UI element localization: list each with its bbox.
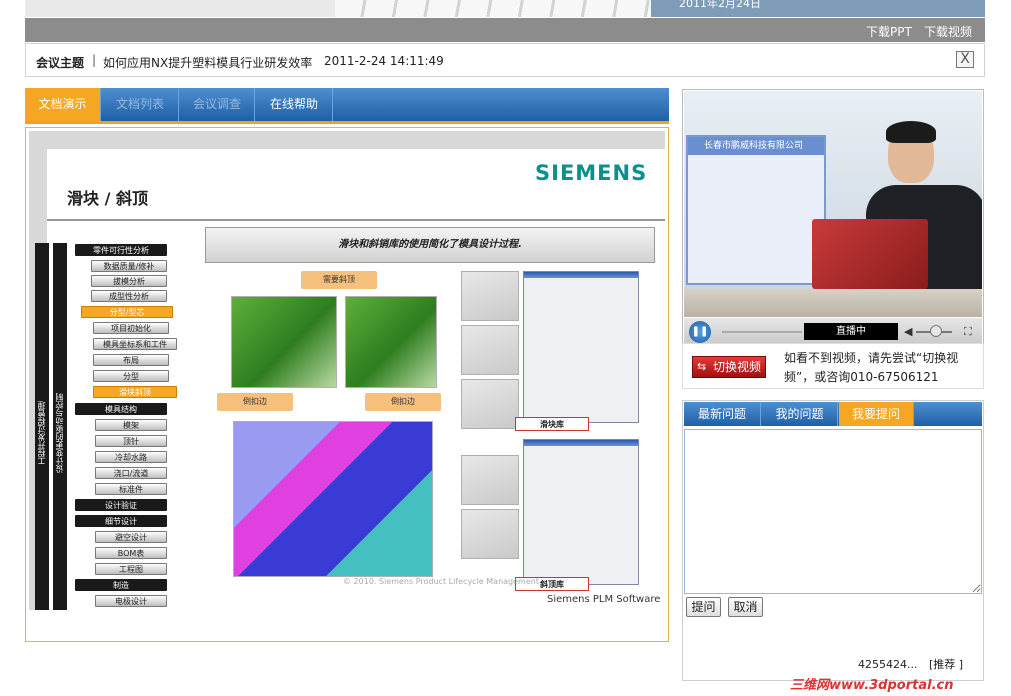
tree-node: 成型性分析: [91, 290, 167, 302]
tree-node: 电极设计: [95, 595, 167, 607]
part-image-left: [231, 296, 337, 388]
switch-icon: ⇆: [697, 360, 707, 373]
lifter-library-dialog: [523, 439, 639, 585]
recommend-link[interactable]: [推荐 ]: [929, 658, 963, 671]
tree-node: 项目初始化: [93, 322, 169, 334]
tag-need-lifter: 需要斜顶: [301, 271, 377, 289]
lifter-image-1: [461, 455, 519, 505]
tree-node: 模具结构: [75, 403, 167, 415]
live-indicator: 直播中: [804, 323, 898, 340]
tree-node: 滑块斜顶: [93, 386, 177, 398]
slide-headline: 滑块和斜销库的使用简化了模具设计过程.: [205, 227, 655, 263]
video-controls: ❚❚ 直播中 ◀ ⛶: [684, 318, 982, 346]
tree-node: 分型/型芯: [81, 306, 173, 318]
tree-node: 浇口/流道: [95, 467, 167, 479]
download-video-link[interactable]: 下载视频: [924, 23, 972, 40]
company-name: 长春市鹏威科技有限公司: [688, 137, 824, 155]
tab-my-questions[interactable]: 我的问题: [762, 402, 838, 426]
question-panel: 最新问题 我的问题 我要提问 提问 取消 4255424... [推荐 ]: [682, 400, 984, 681]
tab-document-list[interactable]: 文档列表: [102, 88, 179, 121]
banner-date: 2011年2月24日: [651, 0, 985, 17]
question-input[interactable]: [684, 429, 982, 594]
slider-image-3: [461, 379, 519, 429]
lifter-image-2: [461, 509, 519, 559]
tree-node: 布局: [93, 354, 169, 366]
tree-node: 分型: [93, 370, 169, 382]
watermark: 三维网www.3dportal.cn: [790, 678, 954, 693]
slider-image-1: [461, 271, 519, 321]
tree-node: 标准件: [95, 483, 167, 495]
question-tabs: 最新问题 我的问题 我要提问: [684, 402, 982, 426]
ask-button[interactable]: 提问: [686, 597, 721, 617]
vertical-label-process: 工程开发过程管理: [35, 243, 49, 610]
tree-node: 冷却水路: [95, 451, 167, 463]
part-image-right: [345, 296, 437, 388]
tree-node: 数据质量/修补: [91, 260, 167, 272]
cancel-button[interactable]: 取消: [728, 597, 763, 617]
tree-node: 零件可行性分析: [75, 244, 167, 256]
slider-image-2: [461, 325, 519, 375]
tree-node: 设计验证: [75, 499, 167, 511]
switch-video-button[interactable]: ⇆ 切换视频: [692, 356, 766, 378]
tree-node: 模架: [95, 419, 167, 431]
company-backdrop: 长春市鹏威科技有限公司: [686, 135, 826, 285]
mold-assembly-image: [233, 421, 433, 577]
meeting-label: 会议主题: [36, 56, 85, 70]
video-panel: 长春市鹏威科技有限公司 ❚❚ 直播中 ◀ ⛶: [682, 89, 984, 347]
tab-meeting-survey[interactable]: 会议调查: [180, 88, 255, 121]
slider-library-dialog: [523, 271, 639, 423]
tab-ask-question[interactable]: 我要提问: [839, 402, 914, 426]
meeting-title: 如何应用NX提升塑料模具行业研发效率: [103, 56, 313, 70]
tree-node: BOM表: [95, 547, 167, 559]
meeting-time: 2011-2-24 14:11:49: [324, 54, 444, 68]
desk: [684, 289, 982, 317]
close-icon[interactable]: X: [956, 51, 974, 68]
slide-divider: [47, 219, 665, 221]
tree-node: 顶针: [95, 435, 167, 447]
video-screen[interactable]: 长春市鹏威科技有限公司: [684, 91, 982, 317]
meeting-separator: |: [92, 53, 97, 67]
switch-video-area: ⇆ 切换视频 如看不到视频，请先尝试“切换视频”，或咨询010-67506121: [682, 343, 984, 389]
download-bar: 下载PPT 下载视频: [25, 18, 985, 42]
tree-node: 细节设计: [75, 515, 167, 527]
pause-icon[interactable]: ❚❚: [689, 321, 711, 343]
slide-footer: Siemens PLM Software: [547, 594, 661, 605]
tag-undercut-right: 倒扣边: [365, 393, 441, 411]
vertical-label-change: 设计变更的驱动与控制: [53, 243, 67, 610]
tree-node: 避空设计: [95, 531, 167, 543]
volume-icon[interactable]: ◀: [904, 325, 912, 338]
keyboard-banner-image: [335, 0, 675, 17]
switch-video-label: 切换视频: [713, 360, 762, 374]
slide-title: 滑块 / 斜顶: [67, 189, 148, 208]
seek-bar[interactable]: [722, 331, 802, 333]
slide-copyright: © 2010. Siemens Product Lifecycle Manage…: [343, 577, 539, 586]
tab-latest-questions[interactable]: 最新问题: [684, 402, 761, 426]
caption-slider-library: 滑块库: [515, 417, 589, 431]
tree-node: 拔模分析: [91, 275, 167, 287]
tab-online-help[interactable]: 在线帮助: [256, 88, 333, 121]
meeting-title-bar: 会议主题 | 如何应用NX提升塑料模具行业研发效率 2011-2-24 14:1…: [25, 43, 985, 77]
tag-undercut-left: 倒扣边: [217, 393, 293, 411]
fullscreen-icon[interactable]: ⛶: [964, 325, 972, 339]
tab-document-demo[interactable]: 文档演示: [25, 88, 101, 121]
main-tabs: 文档演示 文档列表 会议调查 在线帮助: [25, 88, 669, 124]
presentation-frame: 滑块 / 斜顶 SIEMENS 工程开发过程管理 设计变更的驱动与控制 零件可行…: [25, 127, 669, 642]
siemens-logo: SIEMENS: [535, 161, 648, 185]
tree-node: 模具坐标系和工件: [93, 338, 177, 350]
presentation-slide: 滑块 / 斜顶 SIEMENS 工程开发过程管理 设计变更的驱动与控制 零件可行…: [29, 131, 665, 610]
top-banner: 2011年2月24日: [25, 0, 985, 17]
switch-video-hint: 如看不到视频，请先尝试“切换视频”，或咨询010-67506121: [784, 351, 959, 384]
slide-content: 滑块 / 斜顶 SIEMENS 工程开发过程管理 设计变更的驱动与控制 零件可行…: [35, 149, 665, 610]
tree-node: 工程图: [95, 563, 167, 575]
tree-node: 制造: [75, 579, 167, 591]
question-footer: 4255424... [推荐 ]: [858, 656, 963, 672]
download-ppt-link[interactable]: 下载PPT: [866, 23, 912, 40]
laptop: [812, 219, 928, 289]
visitor-count: 4255424...: [858, 658, 918, 671]
volume-knob[interactable]: [930, 325, 942, 337]
